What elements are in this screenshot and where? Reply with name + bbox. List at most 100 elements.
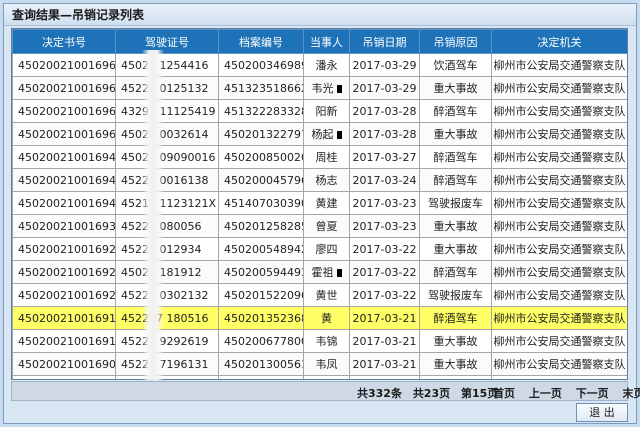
query-result-window: 查询结果—吊销记录列表 决定书号 驾驶证号 档案编号 当事人 吊销日期 吊销原因… <box>3 3 640 424</box>
cell-agency-text: 柳州市公安局交通警察支队 <box>493 151 626 164</box>
column-header-party[interactable]: 当事人 <box>303 29 350 54</box>
cell-revocation-date: 2017-03-24 <box>349 168 420 192</box>
cell-license-no-text: 45225 0302132 <box>121 288 209 302</box>
cell-revocation-reason-text: 驾驶报废车 <box>428 289 483 302</box>
cell-revocation-date: 2017-03-23 <box>349 214 420 238</box>
cell-file-no: 451322283328 <box>218 99 304 123</box>
cell-party-text: 韦锦 <box>315 335 338 348</box>
table-row-selected[interactable]: 450200210016911 452227 180516 450201352368… <box>12 306 627 330</box>
cell-decision-no-text: 450200210016968 <box>18 58 116 72</box>
cell-revocation-date: 2017-03-27 <box>349 145 420 169</box>
cell-revocation-reason-text: 重大事故 <box>433 358 478 371</box>
column-header-decision-no[interactable]: 决定书号 <box>12 29 116 54</box>
column-header-license-no[interactable]: 驾驶证号 <box>115 29 219 54</box>
cell-revocation-date: 2017-03-29 <box>349 53 420 77</box>
cell-decision-no-text: 450200210016926 <box>18 265 116 279</box>
table-body: 450200210016968 45022 1254416 450200346989… <box>12 53 627 379</box>
cell-agency-text: 柳州市公安局交通警察支队 <box>493 289 626 302</box>
total-pages-label: 共23页 <box>412 387 451 400</box>
cell-party-text: 杨起 <box>311 128 334 141</box>
cell-revocation-date: 2017-03-28 <box>349 99 420 123</box>
column-header-revocation-reason[interactable]: 吊销原因 <box>419 29 492 54</box>
cell-party: 霍祖 <box>303 260 350 284</box>
cell-revocation-date: 2017-03-22 <box>349 237 420 261</box>
cell-revocation-reason: 驾驶报废车 <box>419 191 492 215</box>
cell-party: 周桂 <box>303 145 350 169</box>
pagination-bar: 共332条 共23页 第15页 首页 上一页 下一页 末页 <box>11 381 640 401</box>
cell-party-text: 潘永 <box>315 59 338 72</box>
cell-file-no: 450200548942 <box>218 237 304 261</box>
cell-license-no: 45020 09090016 <box>115 145 219 169</box>
last-page-link[interactable]: 末页 <box>623 387 640 400</box>
cell-revocation-reason: 重大事故 <box>419 352 492 376</box>
table-row[interactable]: 450200210016933 45222 080056 450201258285 曾… <box>12 214 627 238</box>
cell-party-text: 韦光 <box>311 82 334 95</box>
cell-agency-text: 柳州市公安局交通警察支队 <box>493 220 626 233</box>
cell-agency: 柳州市公安局交通警察支队 <box>491 76 627 100</box>
column-header-file-no[interactable]: 档案编号 <box>218 29 304 54</box>
cell-decision-no: 450200210016965 <box>12 76 116 100</box>
cell-license-no-text: 452227 180516 <box>121 311 209 325</box>
column-header-agency[interactable]: 决定机关 <box>491 29 627 54</box>
table-row[interactable]: 450200210016963 43293 11125419 45132228332… <box>12 99 627 123</box>
cell-party: 杨起 <box>303 122 350 146</box>
cell-revocation-reason-text: 醉酒驾车 <box>433 174 478 187</box>
cell-decision-no: 450200210016949 <box>12 145 116 169</box>
cell-decision-no: 450200210016926 <box>12 260 116 284</box>
cell-agency: 柳州市公安局交通警察支队 <box>491 375 627 379</box>
cell-agency: 柳州市公安局交通警察支队 <box>491 122 627 146</box>
table-row[interactable]: 450200210016960 45022 0032614 450201322797… <box>12 122 627 146</box>
cell-file-no: 451407030390 <box>218 191 304 215</box>
cell-agency-text: 柳州市公安局交通警察支队 <box>493 312 626 325</box>
cell-party: 廖四 <box>303 237 350 261</box>
table-row[interactable]: 450200210016942 45213 1123121X 45140703039… <box>12 191 627 215</box>
cell-license-no: 45222 7196131 <box>115 352 219 376</box>
column-header-revocation-date[interactable]: 吊销日期 <box>349 29 420 54</box>
cell-agency: 柳州市公安局交通警察支队 <box>491 237 627 261</box>
cell-file-no-text: 450200548942 <box>224 242 304 256</box>
cell-file-no: 450201352368 <box>218 306 304 330</box>
cell-file-no-text: 450201258285 <box>224 219 304 233</box>
cell-file-no-text: 450200045796 <box>224 173 304 187</box>
cell-file-no: 450200594493 <box>218 260 304 284</box>
next-page-link[interactable]: 下一页 <box>576 387 609 400</box>
cell-decision-no-text: 450200210016942 <box>18 196 116 210</box>
table-row[interactable]: 450200210016909 45222 7196131 450201300561… <box>12 352 627 376</box>
first-page-link[interactable]: 首页 <box>493 387 515 400</box>
table-row[interactable]: 450200210016944 45222 0016138 450200045796… <box>12 168 627 192</box>
cell-revocation-reason-text: 重大事故 <box>433 128 478 141</box>
cell-revocation-date: 2017-03-21 <box>349 352 420 376</box>
cell-party: 黄建 <box>303 191 350 215</box>
cell-license-no: 45021 181912 <box>115 260 219 284</box>
cell-party: 杨志 <box>303 168 350 192</box>
cell-revocation-reason-text: 醉酒驾车 <box>433 266 478 279</box>
table-row[interactable]: 450200210016908452227 714201445020130111… <box>12 375 627 379</box>
table-row[interactable]: 450200210016949 45020 09090016 45020085002… <box>12 145 627 169</box>
cell-license-no: 45222 0016138 <box>115 168 219 192</box>
cell-license-no: 45222 9292619 <box>115 329 219 353</box>
cell-license-no: 452227 180516 <box>115 306 219 330</box>
pagination-summary: 共332条 共23页 第15页 <box>357 385 505 401</box>
cell-agency: 柳州市公安局交通警察支队 <box>491 283 627 307</box>
table-row[interactable]: 450200210016910 45222 9292619 450200677800… <box>12 329 627 353</box>
cell-license-no: 45222 0125132 <box>115 76 219 100</box>
table-row[interactable]: 450200210016925 45225 0302132 450201522096… <box>12 283 627 307</box>
cell-agency-text: 柳州市公安局交通警察支队 <box>493 358 626 371</box>
table-row[interactable]: 450200210016927 45221 012934 450200548942 廖… <box>12 237 627 261</box>
cell-file-no: 450200850020 <box>218 145 304 169</box>
cell-agency-text: 柳州市公安局交通警察支队 <box>493 243 626 256</box>
table-row[interactable]: 450200210016965 45222 0125132 451323518662… <box>12 76 627 100</box>
cell-license-no: 452227 7142014 <box>115 375 219 379</box>
prev-page-link[interactable]: 上一页 <box>529 387 562 400</box>
cell-party: 韦凤 <box>303 352 350 376</box>
cell-file-no: 450200677800 <box>218 329 304 353</box>
cell-decision-no-text: 450200210016933 <box>18 219 116 233</box>
exit-button[interactable]: 退 出 <box>576 403 628 422</box>
cell-revocation-reason: 重大事故 <box>419 214 492 238</box>
cell-license-no-text: 45222 7196131 <box>121 357 209 371</box>
cell-file-no: 450201322797 <box>218 122 304 146</box>
cell-agency: 柳州市公安局交通警察支队 <box>491 53 627 77</box>
cell-revocation-date-text: 2017-03-21 <box>352 334 417 348</box>
table-row[interactable]: 450200210016926 45021 181912 450200594493 霍… <box>12 260 627 284</box>
table-row[interactable]: 450200210016968 45022 1254416 450200346989… <box>12 53 627 77</box>
